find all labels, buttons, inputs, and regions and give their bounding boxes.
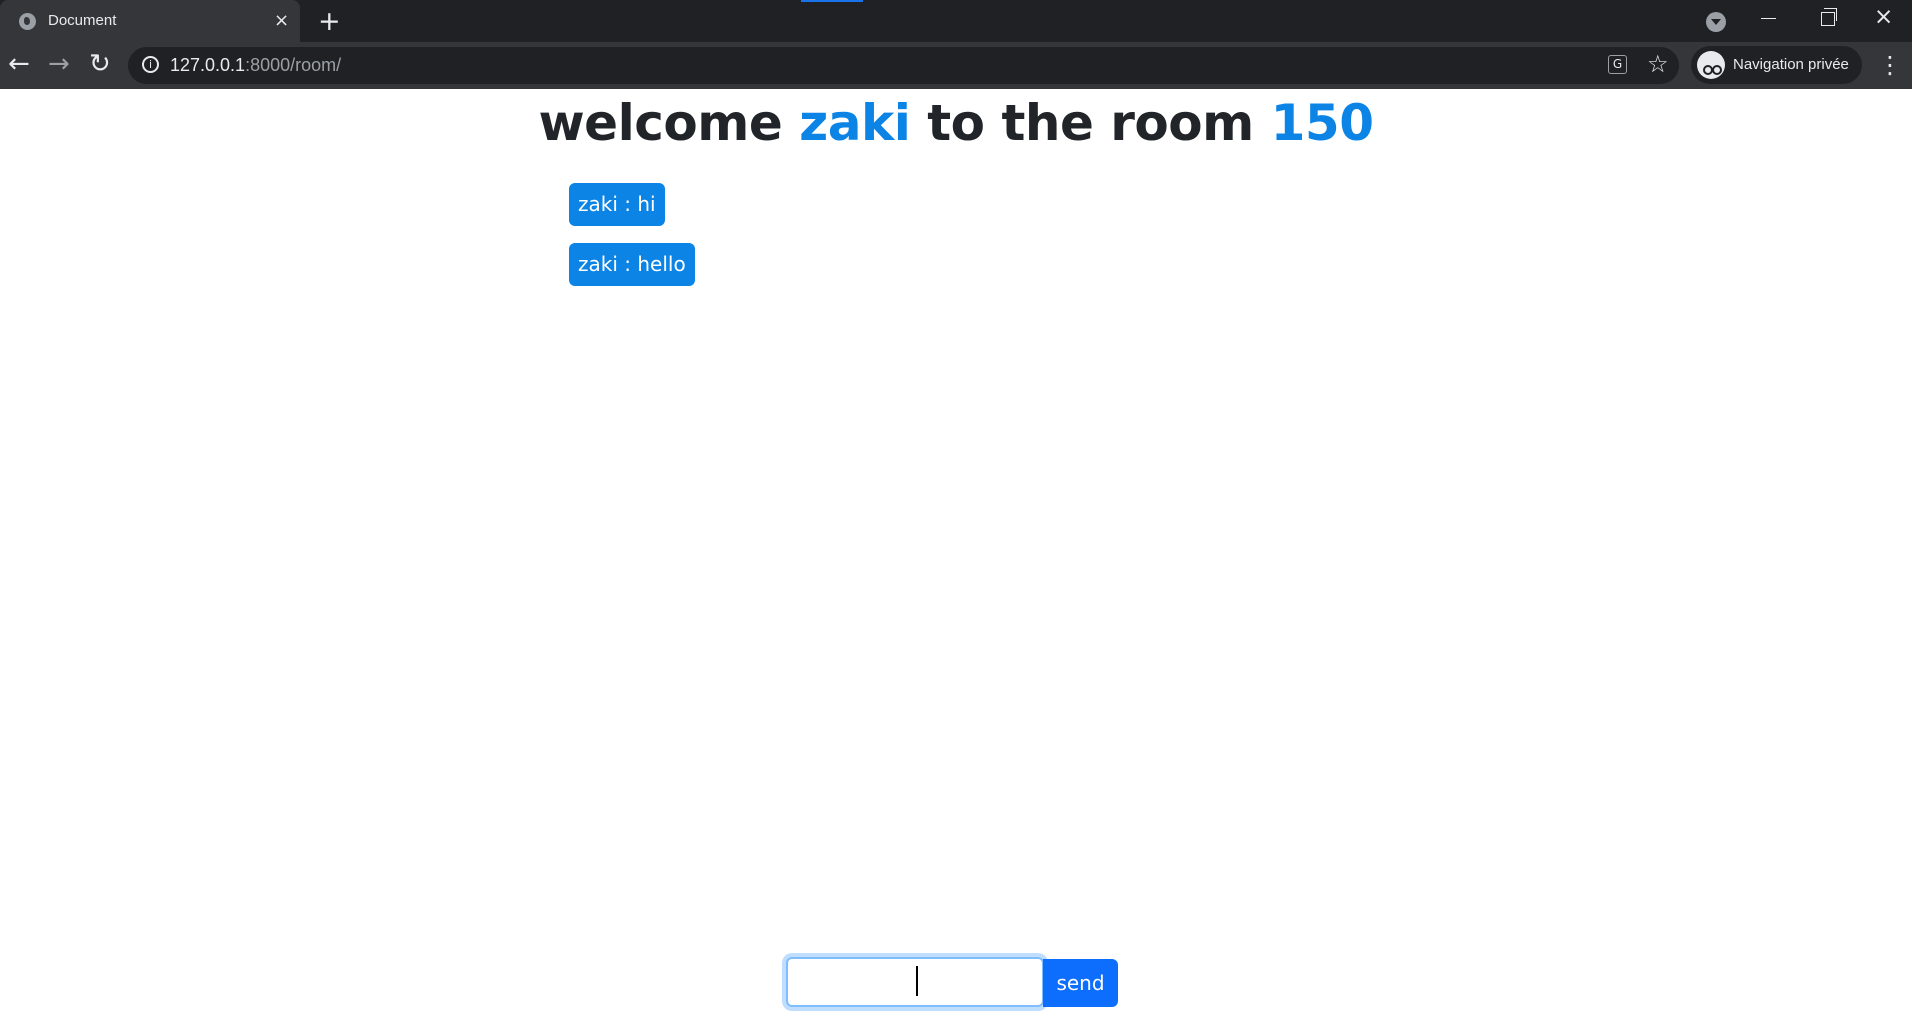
address-url[interactable]: 127.0.0.1:8000/room/ (170, 55, 341, 76)
tab-strip: Document × + × (0, 0, 1912, 42)
chat-page: welcome zaki to the room 150 zaki : hi z… (0, 89, 1912, 1023)
reload-icon[interactable]: ↻ (89, 49, 111, 79)
menu-icon[interactable]: ⋮ (1878, 51, 1902, 79)
heading-middle: to the room (910, 94, 1271, 152)
incognito-icon (1697, 51, 1725, 79)
globe-icon (19, 13, 36, 30)
message-input[interactable] (786, 957, 1044, 1007)
address-bar[interactable]: i 127.0.0.1:8000/room/ G ☆ (128, 47, 1679, 84)
message-bubble: zaki : hi (569, 183, 665, 226)
browser-toolbar: ← → ↻ i 127.0.0.1:8000/room/ G ☆ Navigat… (0, 42, 1912, 89)
room-number: 150 (1270, 94, 1374, 152)
url-path: :8000/room/ (245, 55, 342, 75)
forward-icon[interactable]: → (48, 49, 70, 79)
minimize-icon[interactable] (1761, 18, 1776, 19)
tab-strip-highlight (801, 0, 863, 2)
tab-search-icon[interactable] (1706, 12, 1726, 32)
message-list: zaki : hi zaki : hello (569, 183, 1343, 303)
message-bubble: zaki : hello (569, 243, 695, 286)
tab-title: Document (48, 12, 117, 29)
heading-prefix: welcome (538, 94, 800, 152)
active-tab[interactable]: Document × (0, 0, 300, 42)
restore-icon[interactable] (1821, 8, 1837, 26)
url-host: 127.0.0.1 (170, 55, 246, 75)
site-info-icon[interactable]: i (142, 56, 159, 73)
send-button[interactable]: send (1043, 959, 1118, 1007)
window-close-icon[interactable]: × (1874, 4, 1893, 30)
star-icon[interactable]: ☆ (1647, 50, 1669, 78)
message-row: zaki : hi (569, 183, 1343, 243)
profile-label: Navigation privée (1733, 56, 1849, 73)
plus-icon[interactable]: + (318, 6, 341, 37)
text-cursor (916, 966, 918, 996)
profile-button[interactable]: Navigation privée (1691, 46, 1862, 84)
message-row: zaki : hello (569, 243, 1343, 303)
username: zaki (799, 94, 911, 152)
translate-icon[interactable]: G (1608, 55, 1627, 74)
page-title: welcome zaki to the room 150 (0, 89, 1912, 157)
browser-chrome: Document × + × ← → ↻ i 127.0.0.1:8000/ro… (0, 0, 1912, 89)
close-icon[interactable]: × (274, 10, 289, 31)
back-icon[interactable]: ← (8, 49, 30, 79)
